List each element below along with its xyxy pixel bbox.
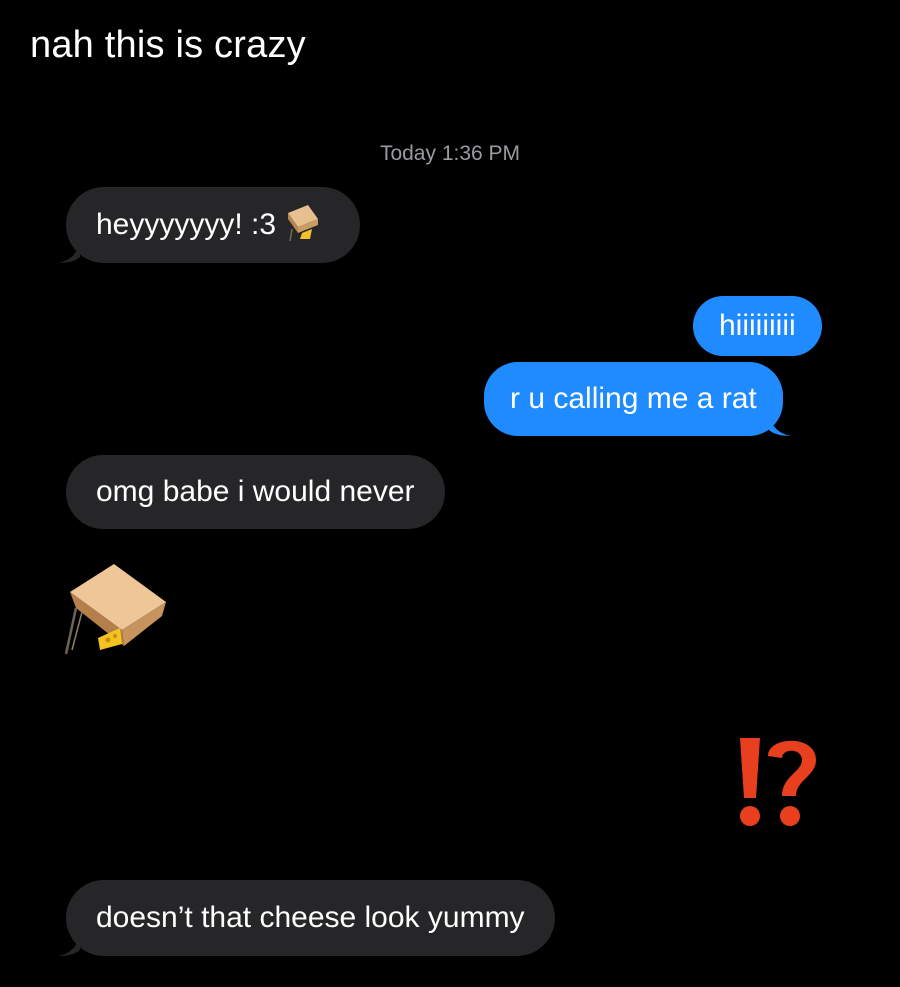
incoming-message-bubble[interactable]: heyyyyyyy! :3: [58, 187, 361, 263]
message-text: heyyyyyyy! :3: [96, 208, 277, 241]
bubble-tail: [58, 241, 80, 263]
outgoing-message-bubble[interactable]: hiiiiiiiii: [693, 296, 822, 356]
bubble-tail: [768, 414, 791, 436]
bubble-tail: [58, 934, 80, 956]
message-text: hiiiiiiiii: [719, 309, 796, 342]
outgoing-message-bubble[interactable]: r u calling me a rat: [484, 362, 791, 436]
incoming-message-bubble[interactable]: omg babe i would never: [66, 455, 445, 529]
interrobang-icon[interactable]: [734, 730, 820, 830]
message-text: omg babe i would never: [96, 475, 415, 508]
message-text: r u calling me a rat: [510, 382, 757, 415]
message-timestamp: Today 1:36 PM: [379, 142, 521, 165]
box-trap-with-cheese-icon[interactable]: [62, 558, 170, 662]
message-text: doesn’t that cheese look yummy: [96, 901, 525, 934]
box-trap-icon: [288, 205, 319, 242]
incoming-message-bubble[interactable]: doesn’t that cheese look yummy: [58, 880, 555, 956]
screenshot-caption: nah this is crazy: [30, 24, 306, 66]
